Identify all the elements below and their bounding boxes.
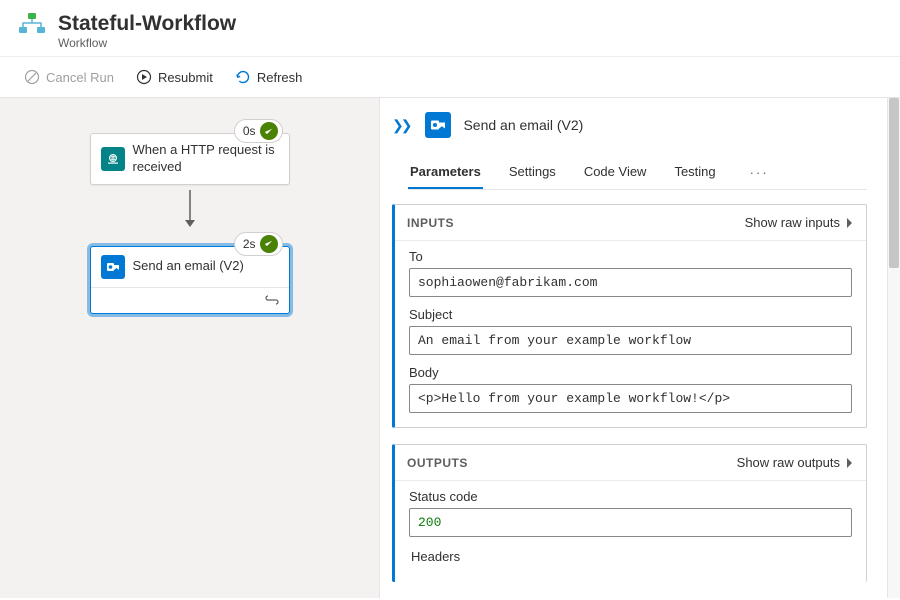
show-raw-inputs-label: Show raw inputs bbox=[745, 215, 840, 230]
show-raw-outputs-label: Show raw outputs bbox=[737, 455, 840, 470]
cancel-run-label: Cancel Run bbox=[46, 70, 114, 85]
node-duration: 2s bbox=[243, 237, 256, 251]
panel-action-title: Send an email (V2) bbox=[463, 117, 583, 133]
inputs-section: INPUTS Show raw inputs To sophiaowen@fab… bbox=[392, 204, 867, 428]
refresh-button[interactable]: Refresh bbox=[229, 65, 309, 89]
subject-label: Subject bbox=[409, 307, 852, 322]
to-value[interactable]: sophiaowen@fabrikam.com bbox=[409, 268, 852, 297]
page-subtitle: Workflow bbox=[58, 36, 882, 50]
subject-value[interactable]: An email from your example workflow bbox=[409, 326, 852, 355]
status-code-label: Status code bbox=[409, 489, 852, 504]
page-title: Stateful-Workflow bbox=[58, 12, 236, 36]
tab-testing[interactable]: Testing bbox=[672, 156, 717, 189]
outlook-icon bbox=[101, 255, 125, 279]
refresh-icon bbox=[235, 69, 251, 85]
outputs-title: OUTPUTS bbox=[407, 456, 468, 470]
resubmit-button[interactable]: Resubmit bbox=[130, 65, 219, 89]
scrollbar-thumb[interactable] bbox=[889, 98, 899, 268]
logic-app-icon bbox=[18, 10, 46, 38]
node-title: When a HTTP request is received bbox=[133, 142, 279, 176]
cancel-icon bbox=[24, 69, 40, 85]
panel-tabs: Parameters Settings Code View Testing ··… bbox=[408, 156, 867, 190]
scrollbar[interactable] bbox=[887, 98, 900, 598]
success-check-icon bbox=[260, 122, 278, 140]
page-header: Stateful-Workflow Workflow bbox=[0, 0, 900, 57]
node-title: Send an email (V2) bbox=[133, 258, 244, 275]
body-value[interactable]: <p>Hello from your example workflow!</p> bbox=[409, 384, 852, 413]
resubmit-icon bbox=[136, 69, 152, 85]
show-raw-outputs-button[interactable]: Show raw outputs bbox=[737, 455, 854, 470]
cancel-run-button: Cancel Run bbox=[18, 65, 120, 89]
to-label: To bbox=[409, 249, 852, 264]
tab-more-icon[interactable]: ··· bbox=[742, 165, 769, 180]
chevron-right-icon bbox=[846, 457, 854, 469]
chevron-right-icon bbox=[846, 217, 854, 229]
resubmit-label: Resubmit bbox=[158, 70, 213, 85]
node-duration: 0s bbox=[243, 124, 256, 138]
refresh-label: Refresh bbox=[257, 70, 303, 85]
tab-settings[interactable]: Settings bbox=[507, 156, 558, 189]
details-panel: ❯❯ Send an email (V2) Parameters Setting… bbox=[380, 98, 887, 598]
headers-label: Headers bbox=[411, 549, 852, 564]
tab-code-view[interactable]: Code View bbox=[582, 156, 649, 189]
node-status-pill: 2s bbox=[234, 232, 283, 256]
collapse-panel-icon[interactable]: ❯❯ bbox=[392, 117, 409, 134]
workflow-node-action[interactable]: 2s Send an email (V2) bbox=[90, 246, 290, 314]
success-check-icon bbox=[260, 235, 278, 253]
workflow-canvas[interactable]: 0s When a HTTP request is received bbox=[0, 98, 380, 598]
show-raw-inputs-button[interactable]: Show raw inputs bbox=[745, 215, 854, 230]
node-status-pill: 0s bbox=[234, 119, 283, 143]
outlook-icon bbox=[425, 112, 451, 138]
tab-parameters[interactable]: Parameters bbox=[408, 156, 483, 189]
status-code-value[interactable]: 200 bbox=[409, 508, 852, 537]
workflow-node-trigger[interactable]: 0s When a HTTP request is received bbox=[90, 133, 290, 185]
connector-arrow-icon bbox=[90, 190, 290, 230]
http-request-icon bbox=[101, 147, 125, 171]
body-label: Body bbox=[409, 365, 852, 380]
outputs-section: OUTPUTS Show raw outputs Status code 200… bbox=[392, 444, 867, 582]
inputs-title: INPUTS bbox=[407, 216, 454, 230]
toolbar: Cancel Run Resubmit Refresh bbox=[0, 57, 900, 98]
link-icon[interactable] bbox=[265, 293, 279, 308]
